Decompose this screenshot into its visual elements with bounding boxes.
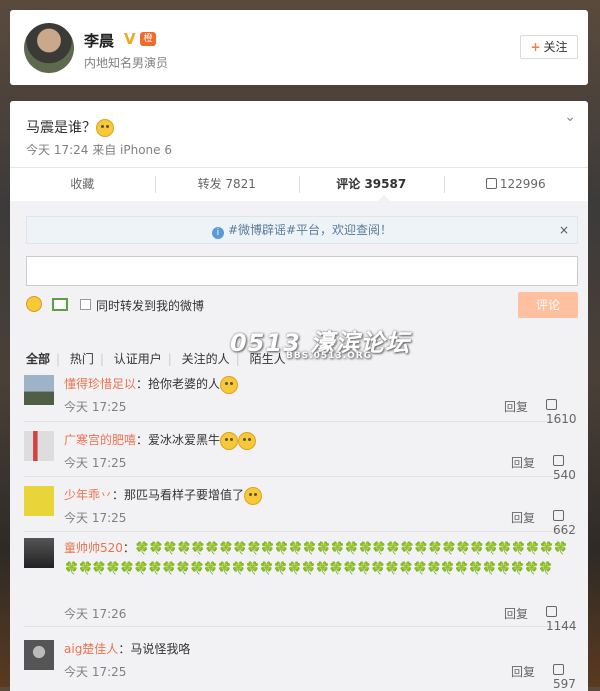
comment-input[interactable] <box>26 256 578 286</box>
chevron-down-icon[interactable]: ⌄ <box>564 109 576 125</box>
comment-like-button[interactable]: 540 <box>553 454 576 482</box>
post-card: 马震是谁？ 今天 17:24 来自 iPhone 6 ⌄ 收藏 转发 7821 … <box>10 101 588 691</box>
thumbs-up-icon <box>553 664 564 675</box>
emoji-picker-icon[interactable] <box>26 296 42 312</box>
thumbs-up-icon <box>546 399 557 410</box>
comment-item: 广寒宫的肥嘻：爱冰冰爱黑牛 今天 17:25 回复 540 <box>24 431 576 482</box>
like-count: 122996 <box>499 177 546 191</box>
commenter-avatar[interactable] <box>24 431 54 461</box>
verified-icon: V <box>124 30 136 48</box>
commenter-name[interactable]: 懂得珍惜足以 <box>64 377 136 391</box>
info-icon: i <box>211 227 224 239</box>
like-button[interactable]: 122996 <box>443 168 589 201</box>
grin-emoji-icon <box>238 431 257 450</box>
comment-item: 懂得珍惜足以：抢你老婆的人 今天 17:25 回复 1610 <box>24 375 577 426</box>
comment-text: 少年乖丷：那匹马看样子要增值了 <box>64 486 574 505</box>
notice-bar: i #微博辟谣#平台，欢迎查阅！ × <box>26 216 578 244</box>
comment-item: 童帅帅520：🍀🍀🍀🍀🍀🍀🍀🍀🍀🍀🍀🍀🍀🍀🍀🍀🍀🍀🍀🍀🍀🍀🍀🍀🍀🍀🍀🍀🍀🍀🍀🍀🍀… <box>24 538 577 633</box>
post-meta: 今天 17:24 来自 iPhone 6 <box>26 143 172 157</box>
thumbs-up-icon <box>553 510 564 521</box>
sweat-emoji-icon <box>96 119 114 137</box>
vip-icon: 橙 <box>140 32 156 46</box>
comment-text: 懂得珍惜足以：抢你老婆的人 <box>64 375 574 394</box>
thumbs-up-icon <box>546 606 557 617</box>
commenter-name[interactable]: 少年乖丷 <box>64 488 112 502</box>
dog-emoji-icon <box>244 486 263 505</box>
image-upload-icon[interactable] <box>52 298 68 311</box>
forum-watermark: 0513 濠滨论坛 BBS.0513.ORG <box>230 329 411 361</box>
follow-button[interactable]: + 关注 <box>520 35 578 59</box>
shocked-emoji-icon <box>220 375 239 394</box>
follow-label: 关注 <box>543 40 568 54</box>
filter-hot[interactable]: 热门 <box>70 350 94 367</box>
comment-time: 今天 17:25 <box>64 400 127 414</box>
plus-icon: + <box>530 40 541 54</box>
comment-like-button[interactable]: 1610 <box>546 398 577 426</box>
post-text: 马震是谁？ <box>26 117 114 137</box>
filter-verified[interactable]: 认证用户 <box>114 350 162 367</box>
favorite-button[interactable]: 收藏 <box>10 168 155 201</box>
comment-time: 今天 17:25 <box>64 456 127 470</box>
reply-button[interactable]: 回复 <box>511 663 535 680</box>
comment-text: 广寒宫的肥嘻：爱冰冰爱黑牛 <box>64 431 574 450</box>
commenter-name[interactable]: 童帅帅520 <box>64 541 123 555</box>
filter-following[interactable]: 关注的人 <box>182 350 230 367</box>
comment-item: 少年乖丷：那匹马看样子要增值了 今天 17:25 回复 662 <box>24 486 576 537</box>
clover-emoji-row: 🍀🍀🍀🍀🍀🍀🍀🍀🍀🍀🍀🍀🍀🍀🍀🍀🍀🍀🍀🍀🍀🍀🍀🍀🍀🍀🍀🍀🍀🍀🍀🍀🍀🍀🍀🍀🍀🍀🍀🍀… <box>64 541 568 575</box>
reply-button[interactable]: 回复 <box>504 605 528 622</box>
profile-card: 李晨 V 橙 内地知名男演员 + 关注 <box>10 10 588 85</box>
forward-checkbox[interactable] <box>80 299 91 310</box>
submit-comment-button[interactable]: 评论 <box>518 292 578 318</box>
comment-time: 今天 17:25 <box>64 511 127 525</box>
commenter-avatar[interactable] <box>24 375 54 405</box>
profile-name[interactable]: 李晨 <box>84 30 114 51</box>
profile-avatar[interactable] <box>24 23 74 73</box>
thumbs-up-icon <box>553 455 564 466</box>
reply-button[interactable]: 回复 <box>511 454 535 471</box>
filter-all[interactable]: 全部 <box>26 350 50 367</box>
close-icon[interactable]: × <box>559 217 569 243</box>
comment-time: 今天 17:25 <box>64 665 127 679</box>
commenter-avatar[interactable] <box>24 486 54 516</box>
thumbs-up-icon <box>485 178 497 189</box>
comment-toolbar: 同时转发到我的微博 评论 <box>26 292 578 318</box>
comment-item: aig楚佳人：马说怪我咯 今天 17:25 回复 597 <box>24 640 576 691</box>
notice-text[interactable]: #微博辟谣#平台，欢迎查阅！ <box>228 223 392 237</box>
comment-section: i #微博辟谣#平台，欢迎查阅！ × 同时转发到我的微博 评论 全部 | 热门 | 认… <box>10 201 588 691</box>
comment-text: aig楚佳人：马说怪我咯 <box>64 642 191 656</box>
reply-button[interactable]: 回复 <box>504 398 528 415</box>
commenter-avatar[interactable] <box>24 538 54 568</box>
commenter-name[interactable]: 广寒宫的肥嘻 <box>64 433 136 447</box>
comment-like-button[interactable]: 662 <box>553 509 576 537</box>
commenter-name[interactable]: aig楚佳人 <box>64 642 118 656</box>
comment-time: 今天 17:26 <box>64 607 127 621</box>
comment-text: 童帅帅520：🍀🍀🍀🍀🍀🍀🍀🍀🍀🍀🍀🍀🍀🍀🍀🍀🍀🍀🍀🍀🍀🍀🍀🍀🍀🍀🍀🍀🍀🍀🍀🍀🍀… <box>64 541 568 575</box>
profile-description: 内地知名男演员 <box>84 56 169 70</box>
comment-tab[interactable]: 评论 39587 <box>299 168 444 201</box>
reply-button[interactable]: 回复 <box>511 509 535 526</box>
comment-like-button[interactable]: 1144 <box>546 605 577 633</box>
heart-eyes-emoji-icon <box>220 431 239 450</box>
post-action-bar: 收藏 转发 7821 评论 39587 122996 <box>10 167 588 201</box>
commenter-avatar[interactable] <box>24 640 54 670</box>
repost-button[interactable]: 转发 7821 <box>154 168 300 201</box>
forward-label: 同时转发到我的微博 <box>96 299 205 313</box>
